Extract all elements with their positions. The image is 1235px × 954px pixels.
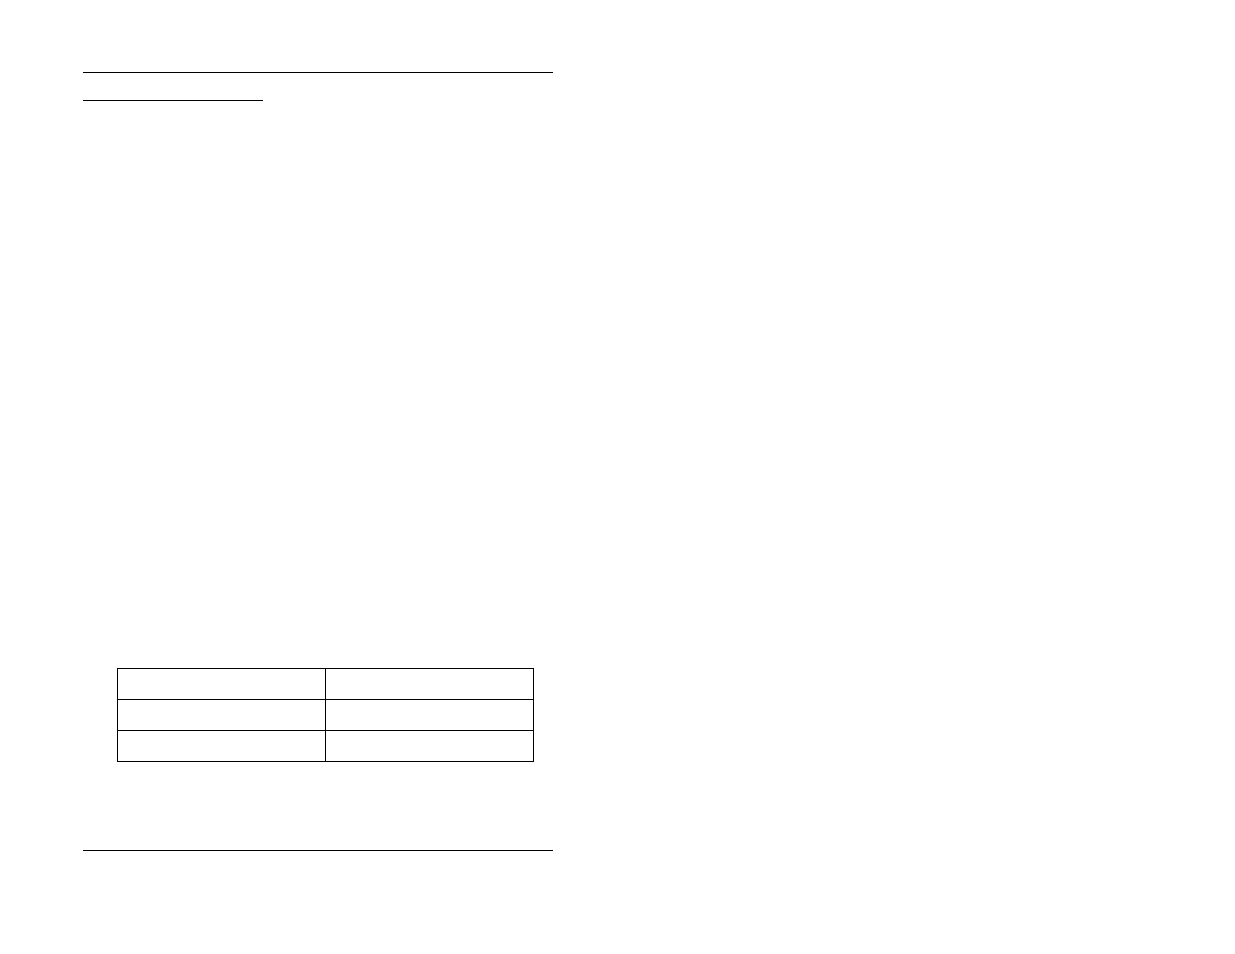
table-cell <box>326 700 534 731</box>
rule-line-top-2 <box>83 100 263 101</box>
table-row <box>118 669 534 700</box>
table-row <box>118 700 534 731</box>
table-cell <box>118 669 326 700</box>
table-row <box>118 731 534 762</box>
table-cell <box>118 700 326 731</box>
table-grid <box>117 668 534 762</box>
rule-line-top-1 <box>83 72 553 73</box>
table-cell <box>326 669 534 700</box>
table-cell <box>118 731 326 762</box>
table-cell <box>326 731 534 762</box>
rule-line-bottom <box>83 850 553 851</box>
